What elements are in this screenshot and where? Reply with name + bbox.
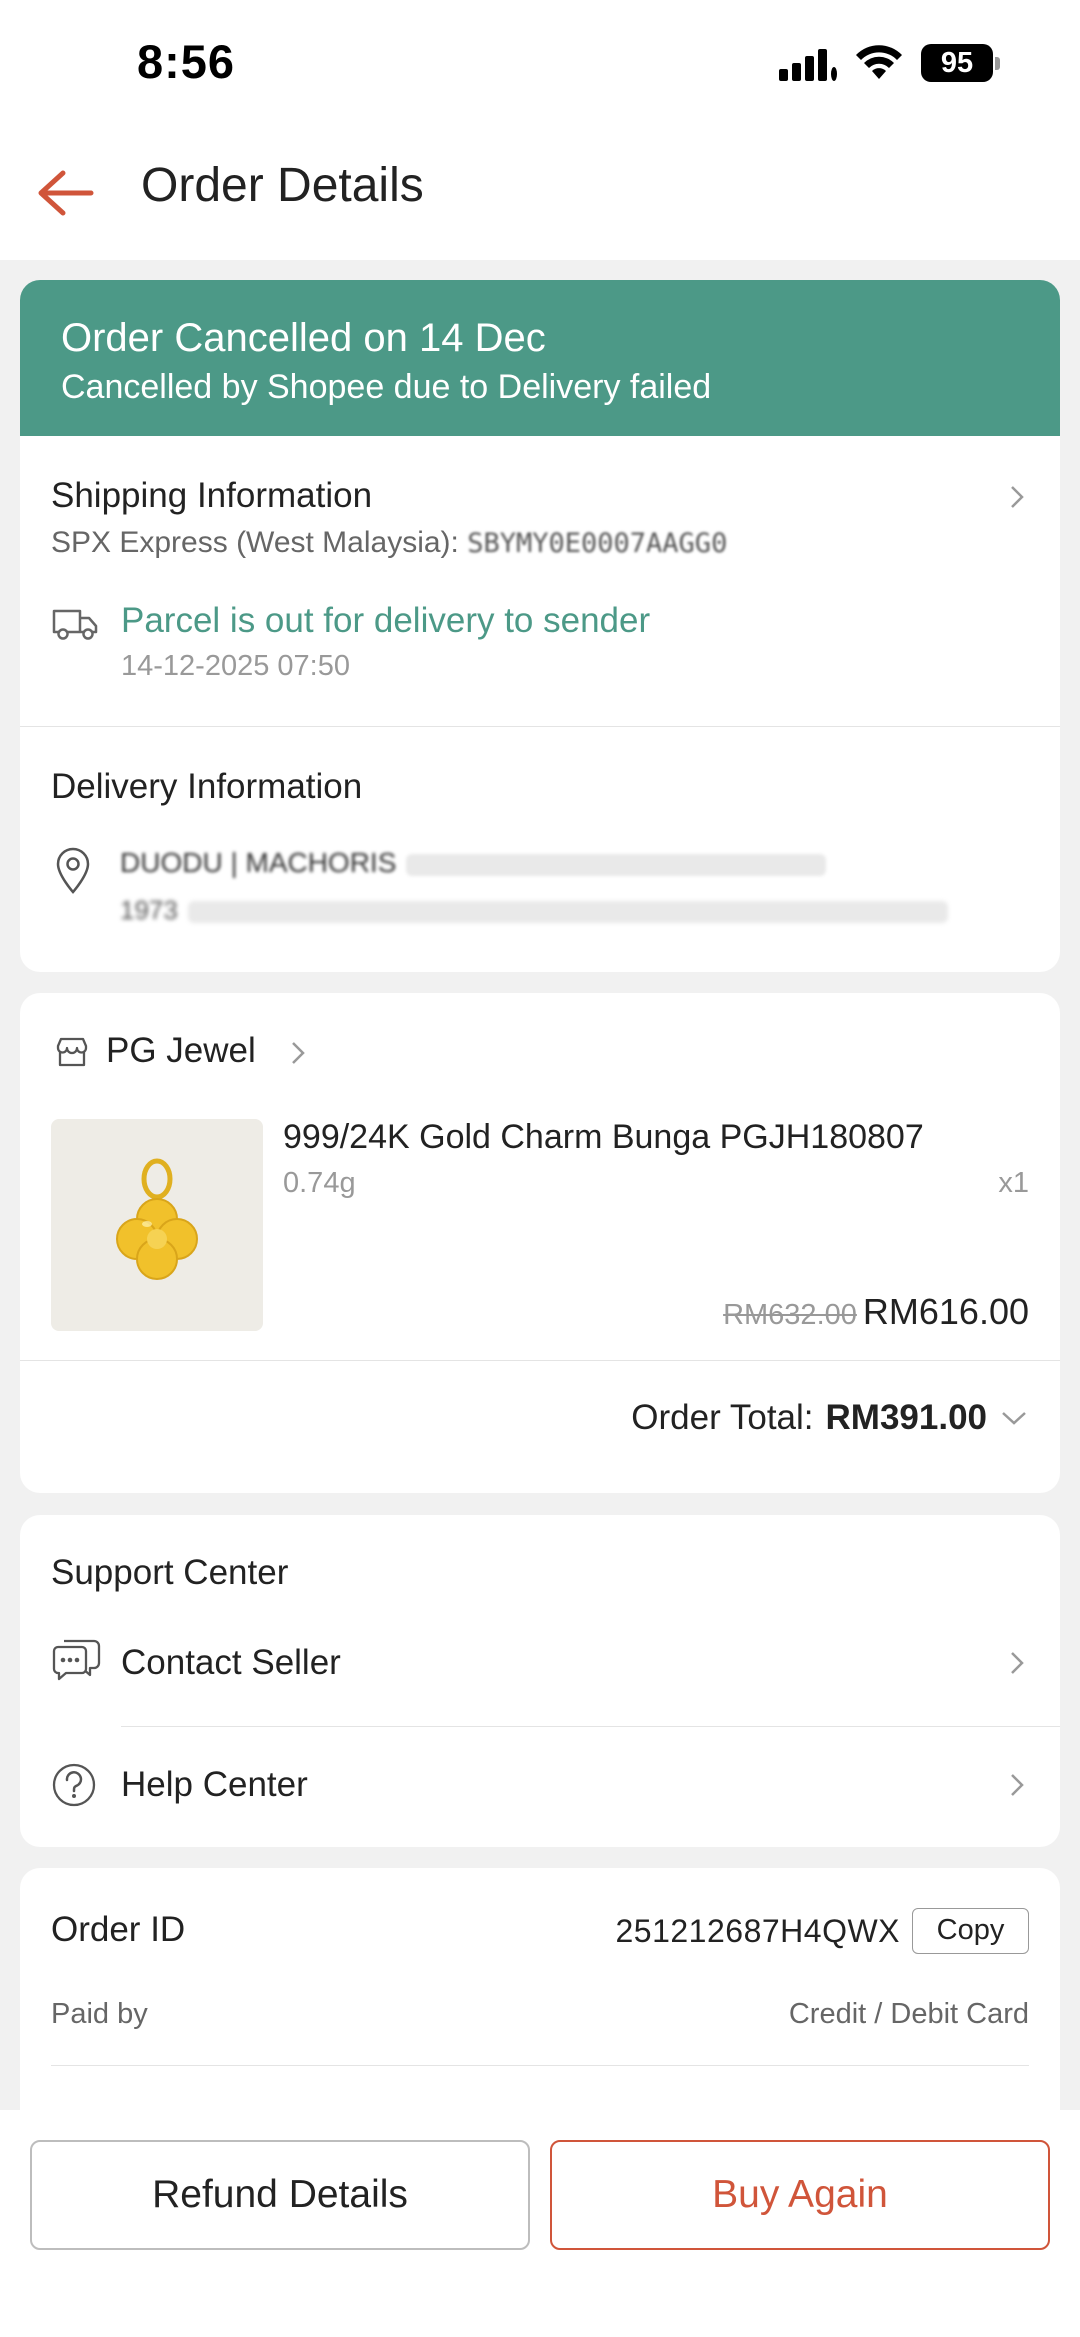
product-section: PG Jewel 999/24K Gold Charm Bunga PGJH18… [20,993,1060,1493]
divider [51,2065,1029,2066]
refund-details-button[interactable]: Refund Details [30,2140,530,2250]
delivery-address-text-2: 1973 [120,895,178,925]
delivery-information-title: Delivery Information [51,767,363,806]
bottom-action-bar: Refund Details Buy Again [0,2110,1080,2337]
divider [20,1360,1060,1361]
product-quantity: x1 [998,1167,1029,1199]
order-total-row[interactable]: Order Total: RM391.00 [631,1398,1029,1438]
delivery-address-text-1: DUODU | MACHORIS [120,847,397,878]
product-price-row: RM632.00 RM616.00 [723,1291,1029,1333]
shipping-information-section[interactable]: Shipping Information SPX Express (West M… [20,436,1060,726]
contact-seller-item[interactable]: Contact Seller [20,1613,1060,1713]
battery-level: 95 [921,44,993,82]
contact-seller-label: Contact Seller [121,1643,341,1682]
order-total-label: Order Total: [631,1398,814,1437]
order-status-title: Order Cancelled on 14 Dec [61,316,546,360]
cellular-signal-icon [779,45,837,81]
paid-by-label: Paid by [51,1998,148,2030]
shipping-status: Parcel is out for delivery to sender [121,601,651,640]
gold-charm-image [116,1158,198,1280]
chevron-right-icon [1011,486,1024,508]
help-center-item[interactable]: Help Center [20,1735,1060,1835]
page-title: Order Details [141,159,424,212]
shop-icon [56,1037,88,1067]
question-icon [52,1763,96,1807]
chevron-right-icon[interactable] [285,1040,311,1066]
courier-line: SPX Express (West Malaysia): SBYMY0E0007… [51,526,727,560]
status-icons: 95 [779,44,1000,82]
order-details-screen: 8:56 95 Order Details Order Cancelled on… [0,0,1080,2337]
shop-name[interactable]: PG Jewel [106,1031,256,1071]
order-id-label: Order ID [51,1910,186,1949]
delivery-information-section: Delivery Information DUODU | MACHORIS 19… [20,727,1060,972]
order-id-value: 251212687H4QWX [615,1913,900,1949]
help-center-label: Help Center [121,1765,308,1804]
delivery-address-line2: 1973 [120,895,970,933]
product-variation: 0.74g [283,1167,356,1199]
chat-icon [52,1639,101,1681]
order-total-amount: RM391.00 [825,1398,987,1437]
wifi-icon [856,45,902,79]
chevron-right-icon [1011,1652,1024,1674]
battery-icon: 95 [921,44,1000,82]
copy-order-id-button[interactable]: Copy [912,1908,1029,1954]
status-time: 8:56 [137,35,236,88]
order-status-banner: Order Cancelled on 14 Dec Cancelled by S… [20,280,1060,436]
arrow-left-icon [38,170,94,216]
location-pin-icon [56,847,90,894]
paid-by-value: Credit / Debit Card [788,1998,1029,2030]
product-name[interactable]: 999/24K Gold Charm Bunga PGJH180807 [283,1118,924,1157]
support-center-title: Support Center [51,1553,289,1592]
order-status-subtitle: Cancelled by Shopee due to Delivery fail… [61,368,712,406]
product-image[interactable] [51,1119,263,1331]
app-header: Order Details [0,130,1080,260]
delivery-address-line1: DUODU | MACHORIS [120,847,920,887]
tracking-number: SBYMY0E0007AAGG0 [467,528,728,559]
status-bar: 8:56 95 [0,0,1080,130]
original-price: RM632.00 [723,1299,857,1331]
support-center-section: Support Center Contact Seller Help Cente… [20,1515,1060,1847]
chevron-right-icon [1011,1774,1024,1796]
courier-name: SPX Express (West Malaysia): [51,526,459,559]
shipping-information-title: Shipping Information [51,476,373,515]
divider [121,1726,1060,1727]
shipping-status-time: 14-12-2025 07:50 [121,650,350,682]
chevron-down-icon[interactable] [999,1408,1029,1428]
truck-icon [52,609,98,640]
back-button[interactable] [30,158,100,228]
product-price: RM616.00 [862,1291,1029,1332]
buy-again-button[interactable]: Buy Again [550,2140,1050,2250]
